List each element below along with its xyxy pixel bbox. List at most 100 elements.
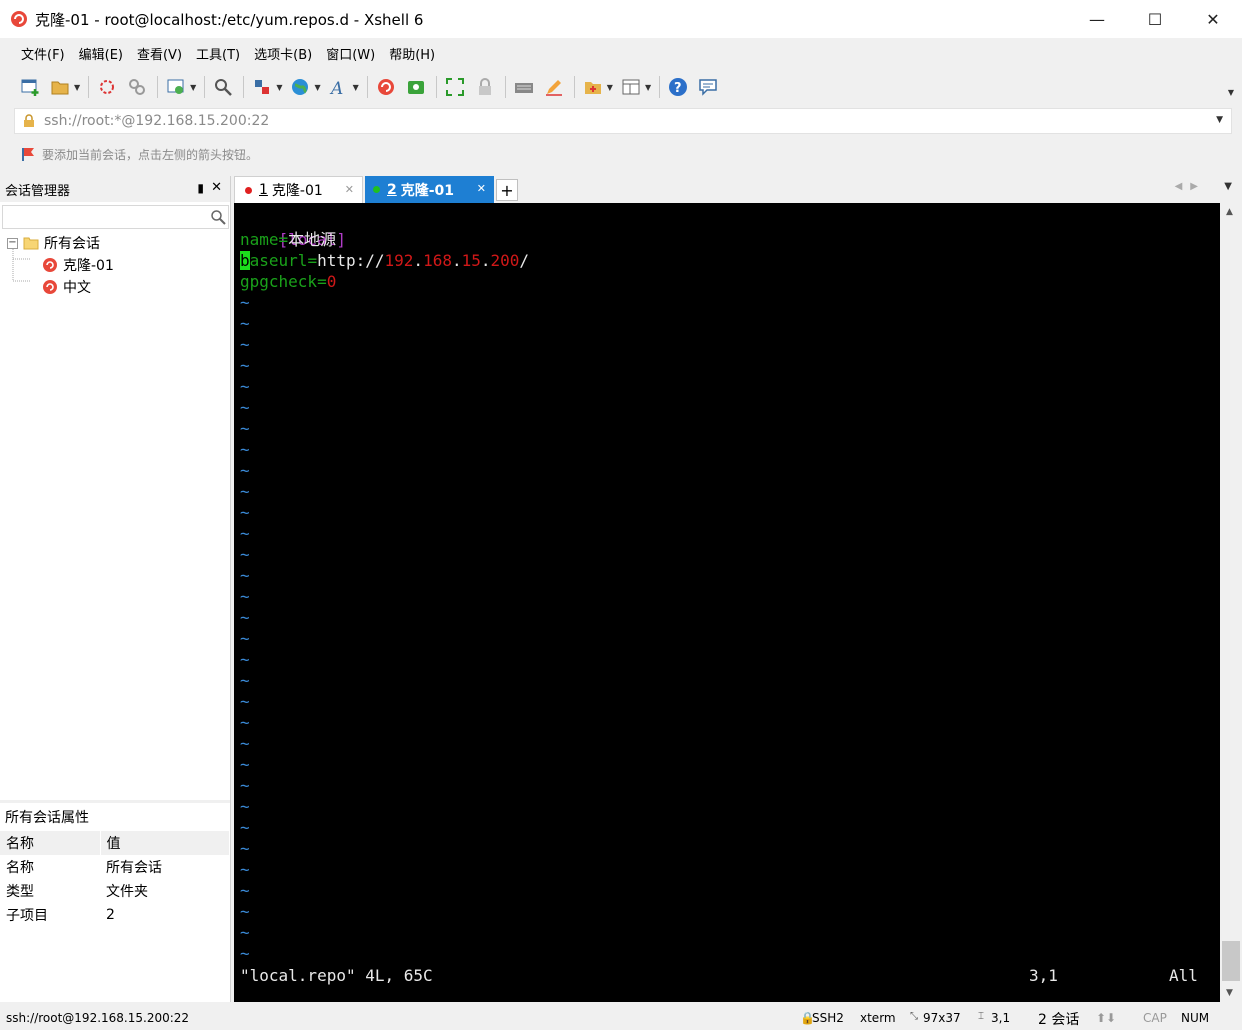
help-icon[interactable]: ? [666, 75, 690, 99]
minimize-button[interactable]: — [1068, 0, 1126, 38]
tilde-line: ~ [240, 860, 250, 879]
vim-cursor-position: 3,1 [1029, 966, 1058, 985]
layout-icon[interactable] [619, 75, 643, 99]
properties-dropdown-icon[interactable]: ▼ [190, 83, 196, 92]
scroll-thumb[interactable] [1222, 941, 1240, 981]
toolbar-separator [243, 76, 245, 98]
session-search-input[interactable] [2, 205, 229, 229]
tilde-line: ~ [240, 545, 250, 564]
font-icon[interactable]: A [327, 75, 351, 99]
tree-item-session[interactable]: 克隆-01 [42, 254, 114, 276]
column-header[interactable]: 值 [100, 831, 230, 855]
scroll-up-icon[interactable]: ▲ [1226, 207, 1233, 217]
address-dropdown-icon[interactable]: ▼ [1216, 115, 1223, 125]
menu-help[interactable]: 帮助(H) [382, 44, 442, 63]
menu-edit[interactable]: 编辑(E) [72, 44, 130, 63]
transfer-icon[interactable] [250, 75, 274, 99]
terminal-screen[interactable]: [local] name=本地源 baseurl=http://192.168.… [234, 203, 1220, 1002]
tilde-line: ~ [240, 566, 250, 585]
tab-number: 2 [387, 181, 397, 198]
scroll-down-icon[interactable]: ▼ [1226, 988, 1233, 998]
search-icon[interactable] [210, 209, 226, 225]
tilde-line: ~ [240, 524, 250, 543]
properties-icon[interactable] [164, 75, 188, 99]
open-folder-icon[interactable] [48, 75, 72, 99]
add-session-arrow-icon[interactable] [20, 146, 36, 162]
config-key: gpgcheck= [240, 272, 327, 291]
chat-icon[interactable] [696, 75, 720, 99]
menu-tools[interactable]: 工具(T) [189, 44, 247, 63]
pin-icon[interactable]: ▮ [197, 181, 204, 195]
config-key: name= [240, 230, 289, 249]
open-dropdown-icon[interactable]: ▼ [74, 83, 80, 92]
tilde-line: ~ [240, 692, 250, 711]
session-nav-arrows-icon[interactable]: ⬆⬇ [1096, 1011, 1116, 1025]
globe-dropdown-icon[interactable]: ▼ [314, 83, 320, 92]
tilde-line: ~ [240, 608, 250, 627]
address-text[interactable]: ssh://root:*@192.168.15.200:22 [44, 113, 269, 129]
tilde-line: ~ [240, 923, 250, 942]
tilde-line: ~ [240, 713, 250, 732]
lock-icon[interactable] [473, 75, 497, 99]
toolbar-overflow-icon[interactable]: ▼ [1228, 88, 1234, 97]
toolbar-separator [157, 76, 159, 98]
tilde-line: ~ [240, 335, 250, 354]
globe-icon[interactable] [288, 75, 312, 99]
maximize-button[interactable]: ☐ [1126, 0, 1184, 38]
property-name: 名称 [6, 860, 34, 876]
property-name: 子项目 [6, 908, 48, 924]
add-folder-dropdown-icon[interactable]: ▼ [607, 83, 613, 92]
xftp-icon[interactable] [404, 75, 428, 99]
tab-label: 克隆-01 [271, 183, 323, 199]
tilde-line: ~ [240, 776, 250, 795]
new-session-icon[interactable] [18, 75, 42, 99]
status-dot-icon [373, 186, 380, 193]
terminal-line: baseurl=http://192.168.15.200/ [240, 250, 529, 271]
menu-window[interactable]: 窗口(W) [319, 44, 382, 63]
compose-icon[interactable] [542, 75, 566, 99]
close-window-button[interactable]: ✕ [1184, 0, 1242, 38]
tab-list-dropdown-icon[interactable]: ▼ [1224, 181, 1232, 192]
add-folder-icon[interactable] [581, 75, 605, 99]
tab-session-2[interactable]: 2 克隆-01 ✕ [365, 176, 494, 203]
toolbar-separator [204, 76, 206, 98]
terminal-scrollbar[interactable]: ▲ ▼ [1220, 203, 1242, 1002]
close-panel-icon[interactable]: ✕ [211, 180, 222, 195]
tilde-line: ~ [240, 482, 250, 501]
transfer-dropdown-icon[interactable]: ▼ [276, 83, 282, 92]
xshell-icon[interactable] [374, 75, 398, 99]
close-tab-icon[interactable]: ✕ [477, 182, 486, 195]
fullscreen-icon[interactable] [443, 75, 467, 99]
ip-octet: 168 [423, 251, 452, 270]
menu-tabs[interactable]: 选项卡(B) [247, 44, 319, 63]
url-protocol: http:// [317, 251, 385, 270]
tree-item-session[interactable]: 中文 [42, 276, 91, 298]
layout-dropdown-icon[interactable]: ▼ [645, 83, 651, 92]
tab-scroll-arrows-icon[interactable]: ◀▶ [1175, 181, 1206, 192]
reconnect-icon[interactable] [95, 75, 119, 99]
size-icon: ⤡ [910, 1011, 918, 1022]
menu-file[interactable]: 文件(F) [14, 44, 72, 63]
config-value: 0 [326, 272, 337, 291]
table-row[interactable]: 类型 文件夹 [0, 879, 230, 903]
column-header[interactable]: 名称 [0, 831, 101, 855]
address-bar[interactable]: ssh://root:*@192.168.15.200:22 ▼ [14, 108, 1232, 134]
title-bar: 克隆-01 - root@localhost:/etc/yum.repos.d … [0, 0, 1242, 38]
table-row[interactable]: 子项目 2 [0, 903, 230, 927]
caps-lock-status: CAP [1143, 1011, 1167, 1025]
menu-view[interactable]: 查看(V) [130, 44, 189, 63]
tree-item-all-sessions[interactable]: − 所有会话 [7, 232, 100, 254]
close-tab-icon[interactable]: ✕ [345, 183, 354, 196]
collapse-toggle-icon[interactable]: − [7, 237, 18, 249]
terminal-type-status: xterm [860, 1011, 896, 1025]
tab-session-1[interactable]: 1 克隆-01 ✕ [234, 176, 363, 203]
new-tab-button[interactable]: + [496, 179, 518, 201]
find-icon[interactable] [211, 75, 235, 99]
xshell-app-icon [11, 11, 27, 27]
disconnect-icon[interactable] [125, 75, 149, 99]
keyboard-icon[interactable] [512, 75, 536, 99]
lock-icon [24, 114, 34, 127]
tilde-line: ~ [240, 881, 250, 900]
table-row[interactable]: 名称 所有会话 [0, 855, 230, 879]
font-dropdown-icon[interactable]: ▼ [353, 83, 359, 92]
